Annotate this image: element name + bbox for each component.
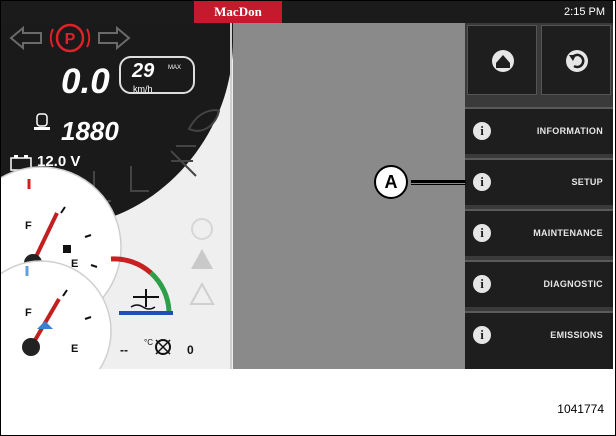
wheel-icon [191,218,213,240]
info-icon: i [473,224,491,242]
temp-unit: °C [144,338,153,347]
back-icon [566,50,588,72]
coolant-temp-gauge [110,256,173,315]
speed-limit-box [119,56,195,94]
brand-logo: MacDon [194,1,282,23]
home-icon [492,50,514,72]
speed-limit-tag: MAX [168,65,182,71]
callout-leader-line [411,180,466,183]
engine-rpm-value: 1880 [61,116,119,146]
menu-item-diagnostic[interactable]: i DIAGNOSTIC [465,260,613,307]
callout-leader-line [411,184,466,185]
info-icon: i [473,173,491,191]
menu-item-information[interactable]: i INFORMATION [465,107,613,154]
display-screen: P 0.0 29 MAX km/h 1880 12.0 V F E F E --… [1,1,613,369]
fan-reverse-count: 0 [187,343,194,357]
menu-item-label: DIAGNOSTIC [543,279,603,289]
battery-voltage: 12.0 V [37,153,81,170]
fuel-full-label: F [25,220,32,232]
ground-speed-value: 0.0 [61,62,110,101]
fuel-empty-label: E [71,258,79,270]
clock: 2:15 PM [564,6,605,18]
menu-item-maintenance[interactable]: i MAINTENANCE [465,209,613,256]
fan-reverse-icon [155,339,171,355]
main-menu: i INFORMATION i SETUP i MAINTENANCE i DI… [465,23,613,369]
dashboard-graphics: P [1,1,233,369]
def-empty-label: E [71,343,79,355]
menu-item-label: SETUP [571,177,603,187]
speed-limit-value: 29 [132,60,155,82]
dashboard-panel: P 0.0 29 MAX km/h 1880 12.0 V F E F E --… [1,1,233,369]
callout-a: A [374,165,408,199]
speed-unit: km/h [133,84,153,94]
menu-item-label: MAINTENANCE [533,228,603,238]
info-icon: i [473,275,491,293]
home-button[interactable] [467,25,537,95]
svg-text:P: P [65,31,76,48]
menu-item-label: INFORMATION [536,126,603,136]
menu-item-label: EMISSIONS [550,330,603,340]
menu-item-emissions[interactable]: i EMISSIONS [465,311,613,369]
menu-item-setup[interactable]: i SETUP [465,158,613,205]
figure-number: 1041774 [557,402,604,416]
fuel-pump-icon [63,245,71,253]
info-icon: i [473,326,491,344]
coolant-temp-readout: -- [120,343,128,357]
warning-triangle-icon [189,249,215,305]
def-full-label: F [25,307,32,319]
back-button[interactable] [541,25,611,95]
top-bar: MacDon 2:15 PM [1,1,613,23]
info-icon: i [473,122,491,140]
